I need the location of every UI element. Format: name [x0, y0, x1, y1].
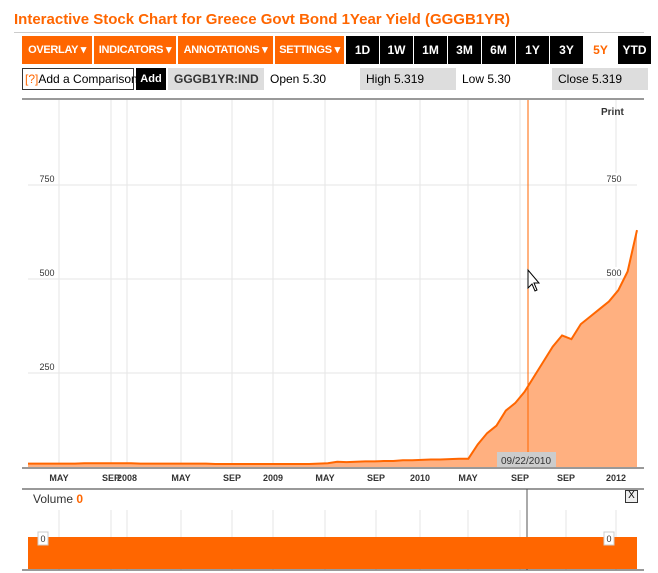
y-tick-left: 750: [39, 174, 54, 184]
volume-tag: 0: [606, 534, 611, 544]
x-tick-label: SEP: [223, 473, 241, 483]
x-tick-label: MAY: [315, 473, 334, 483]
x-tick-label: MAY: [458, 473, 477, 483]
price-chart[interactable]: 250250500500750750MAYSEP2008MAYSEP2009MA…: [0, 0, 658, 573]
x-tick-label: 2010: [410, 473, 430, 483]
x-tick-label: SEP: [367, 473, 385, 483]
x-tick-label: 2009: [263, 473, 283, 483]
x-tick-label: MAY: [49, 473, 68, 483]
volume-value: 0: [76, 492, 84, 506]
x-tick-label: SEP: [511, 473, 529, 483]
date-tooltip: 09/22/2010: [501, 456, 551, 467]
x-tick-label: 2008: [117, 473, 137, 483]
y-tick-right: 500: [606, 268, 621, 278]
close-volume-button[interactable]: X: [625, 490, 638, 503]
print-button[interactable]: Print: [601, 107, 624, 118]
x-tick-label: MAY: [171, 473, 190, 483]
volume-tag: 0: [40, 534, 45, 544]
y-tick-right: 750: [606, 174, 621, 184]
volume-label: Volume 0: [33, 492, 84, 506]
y-tick-left: 500: [39, 268, 54, 278]
cursor-arrow-icon: [527, 268, 541, 292]
volume-bars: [28, 537, 637, 569]
price-area: [28, 230, 637, 467]
x-tick-label: SEP: [557, 473, 575, 483]
x-tick-label: 2012: [606, 473, 626, 483]
y-tick-left: 250: [39, 362, 54, 372]
